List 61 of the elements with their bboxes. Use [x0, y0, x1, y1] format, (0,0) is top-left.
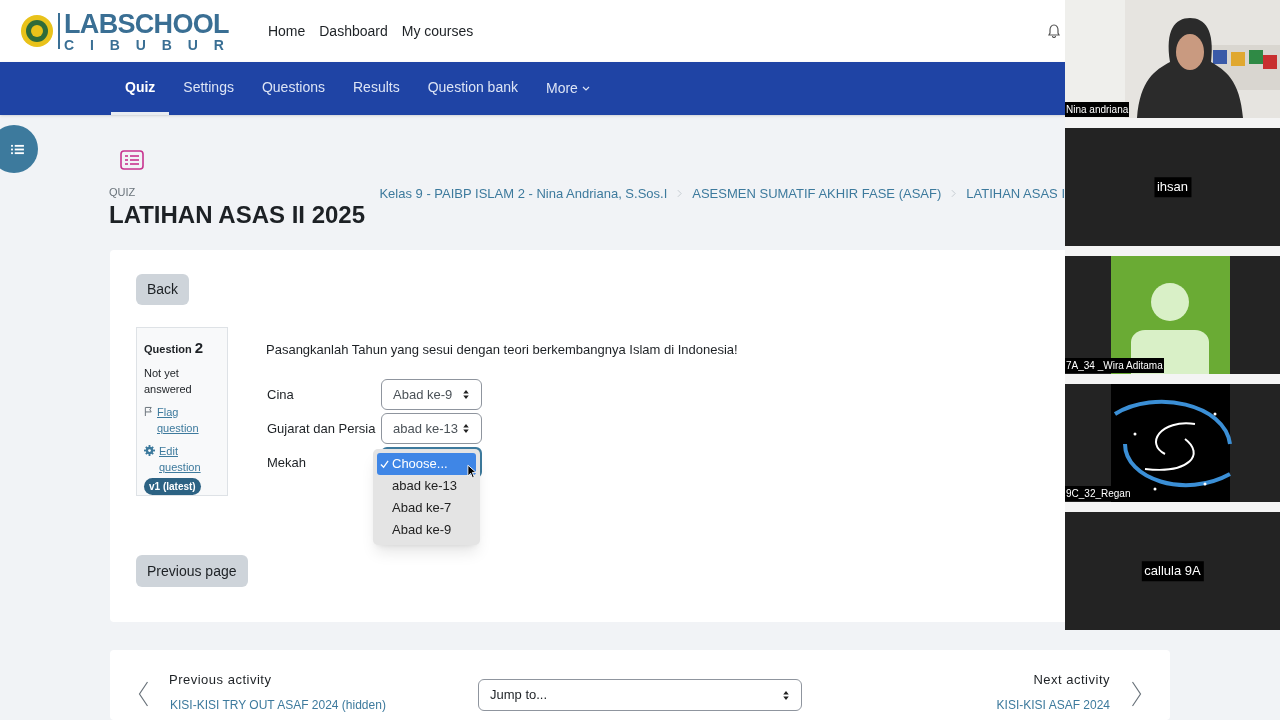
match-label: Mekah: [267, 454, 307, 472]
nav-tab[interactable]: Quiz: [111, 62, 170, 115]
match-label: Gujarat dan Persia: [267, 420, 376, 438]
select-arrows-icon: [462, 389, 470, 400]
next-activity-heading: Next activity: [1033, 671, 1110, 689]
page-title: LATIHAN ASAS II 2025: [109, 200, 366, 230]
participant-name: 9C_32_Regan: [1065, 486, 1132, 501]
chevron-right-icon[interactable]: [1131, 681, 1142, 707]
select-field[interactable]: Abad ke-9: [381, 379, 482, 410]
flag-question-link[interactable]: Flag question: [157, 403, 217, 436]
select-arrows-icon: [462, 423, 470, 434]
nav-link[interactable]: My courses: [401, 20, 474, 42]
chevron-down-icon: [581, 86, 590, 91]
next-activity-link[interactable]: KISI-KISI ASAF 2024: [996, 696, 1110, 714]
check-icon: [380, 459, 389, 469]
logo-text: LABSCHOOL: [64, 10, 230, 38]
question-status: Not yet answered: [144, 365, 193, 397]
dropdown-option[interactable]: abad ke-13: [377, 475, 476, 497]
breadcrumb-link[interactable]: ASESMEN SUMATIF AKHIR FASE (ASAF): [692, 183, 942, 203]
dropdown-option[interactable]: Abad ke-7: [377, 497, 476, 519]
quiz-icon: [120, 149, 144, 170]
match-label: Cina: [267, 386, 294, 404]
nav-tab[interactable]: Results: [339, 62, 414, 115]
nav-link[interactable]: Dashboard: [319, 20, 388, 42]
page-kind-label: QUIZ: [109, 184, 137, 200]
breadcrumb-link[interactable]: LATIHAN ASAS I: [966, 183, 1065, 203]
nav-tab[interactable]: Settings: [169, 62, 248, 115]
participant-name: 7A_34 _Wira Aditama: [1065, 358, 1164, 373]
mouse-cursor-icon: [467, 464, 476, 479]
gear-icon: [144, 444, 155, 456]
participant-name: ihsan: [1153, 177, 1192, 197]
dropdown-option[interactable]: Choose...: [377, 453, 476, 475]
emblem-icon: [20, 14, 54, 48]
previous-page-button[interactable]: Previous page: [136, 555, 248, 587]
edit-question-link[interactable]: Edit question: [153, 442, 213, 475]
question-number: 2: [194, 338, 203, 358]
dropdown-option[interactable]: Abad ke-9: [377, 519, 476, 541]
previous-activity-heading: Previous activity: [169, 671, 272, 689]
select-field[interactable]: abad ke-13: [381, 413, 482, 444]
jump-to-select[interactable]: Jump to...: [478, 679, 802, 711]
flag-icon: [144, 405, 153, 417]
chevron-right-icon: [677, 188, 683, 198]
version-badge: v1 (latest): [144, 477, 201, 495]
logo-subtext: C I B U B U R: [64, 37, 230, 52]
drawer-toggle[interactable]: [0, 125, 38, 173]
breadcrumb-link[interactable]: Kelas 9 - PAIBP ISLAM 2 - Nina Andriana, S.Sos.I: [379, 183, 668, 203]
nav-tab[interactable]: Questions: [247, 62, 339, 115]
participant-name: callula 9A: [1141, 561, 1204, 581]
nav-link[interactable]: Home: [267, 20, 306, 42]
chevron-right-icon: [951, 188, 957, 198]
chevron-left-icon[interactable]: [138, 681, 149, 707]
bell-icon[interactable]: [1047, 24, 1061, 38]
question-text: Pasangkanlah Tahun yang sesui dengan teori berkembangnya Islam di Indonesia!: [266, 341, 738, 359]
previous-activity-link[interactable]: KISI-KISI TRY OUT ASAF 2024 (hidden): [170, 696, 386, 714]
question-label: Question: [144, 342, 192, 357]
select-arrows-icon: [782, 689, 790, 701]
back-button[interactable]: Back: [136, 274, 190, 305]
more-menu[interactable]: More: [531, 62, 604, 115]
nav-tab[interactable]: Question bank: [413, 62, 532, 115]
participant-name: Nina andriana: [1065, 102, 1130, 117]
list-icon: [10, 143, 24, 155]
